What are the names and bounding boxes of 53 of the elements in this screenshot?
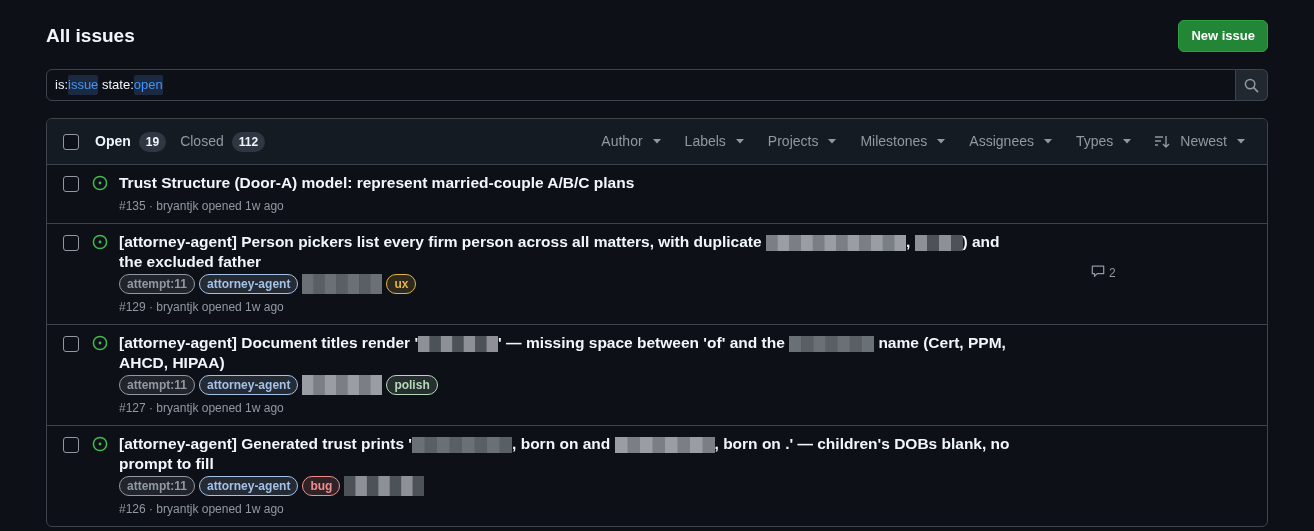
caret-icon <box>1043 139 1052 144</box>
open-issue-icon <box>92 335 108 351</box>
filter-dropdown[interactable]: Types <box>1063 125 1144 158</box>
issue-meta: #129 · bryantjk opened 1w ago <box>119 299 285 316</box>
search-field[interactable]: is:issue state:open <box>46 69 1236 101</box>
caret-icon <box>652 139 661 144</box>
filter-dropdown[interactable]: Labels <box>672 125 756 158</box>
issue-meta: #135 · bryantjk opened 1w ago <box>119 198 285 215</box>
open-issue-icon <box>92 436 108 452</box>
issue-label[interactable]: attempt:11 <box>119 375 196 395</box>
filter-dropdown[interactable]: Milestones <box>848 125 958 158</box>
issue-checkbox[interactable] <box>63 437 79 453</box>
count-badge: 112 <box>231 131 266 152</box>
pixelated-block <box>914 234 963 251</box>
count-badge: 19 <box>138 131 167 152</box>
search-button[interactable] <box>1236 69 1268 101</box>
sort-icon <box>1155 135 1171 148</box>
filter-dropdown[interactable]: Assignees <box>957 125 1064 158</box>
issue-title-link[interactable]: [attorney-agent] Person pickers list every firm person across all matters, with duplicate , ) and the excluded father <box>119 232 1019 272</box>
issue-label[interactable]: attorney-agent <box>199 476 299 496</box>
issue-label[interactable]: attempt:11 <box>119 274 196 294</box>
issue-label[interactable]: polish <box>386 375 438 395</box>
open-issue-icon <box>92 234 108 250</box>
issue-title-link[interactable]: [attorney-agent] Document titles render ' ' — missing space between 'of' and the name (Cert, PPM, AHCD, HIPAA) <box>119 333 1019 373</box>
issue-label[interactable]: bug <box>302 476 341 496</box>
issue-label[interactable]: ux <box>386 274 417 294</box>
search-icon <box>1244 77 1259 93</box>
caret-icon <box>1123 139 1132 144</box>
comment-count[interactable]: 2 <box>1091 264 1116 280</box>
issue-meta: #127 · bryantjk opened 1w ago <box>119 400 285 417</box>
select-all-checkbox[interactable] <box>63 133 79 150</box>
issue-label[interactable]: attempt:11 <box>119 476 196 496</box>
issue-title-link[interactable]: [attorney-agent] Generated trust prints ' , born on and , born on .' — children's DOBs blank, no prompt to fill <box>119 434 1019 474</box>
new-issue-button[interactable]: New issue <box>1178 20 1268 52</box>
filter-dropdown[interactable]: Author <box>589 125 673 158</box>
caret-icon <box>1237 139 1245 144</box>
issue-checkbox[interactable] <box>63 176 79 192</box>
open-issue-icon <box>92 175 108 191</box>
state-tab[interactable]: Open 19 <box>95 131 167 152</box>
caret-icon <box>828 139 837 144</box>
issue-checkbox[interactable] <box>63 336 79 352</box>
caret-icon <box>735 139 744 144</box>
comment-icon <box>1091 264 1105 278</box>
issue-title-link[interactable]: Trust Structure (Door-A) model: represent married-couple A/B/C plans <box>119 173 1019 193</box>
issue-checkbox[interactable] <box>63 235 79 251</box>
filter-dropdown[interactable]: Projects <box>755 125 849 158</box>
issue-meta: #126 · bryantjk opened 1w ago <box>119 501 285 518</box>
issue-label[interactable]: attorney-agent <box>199 375 299 395</box>
page-title: All issues <box>46 23 135 48</box>
filter-dropdown[interactable]: Newest <box>1143 125 1257 158</box>
caret-icon <box>937 139 946 144</box>
issue-label[interactable]: attorney-agent <box>199 274 299 294</box>
state-tab[interactable]: Closed 112 <box>180 131 266 152</box>
